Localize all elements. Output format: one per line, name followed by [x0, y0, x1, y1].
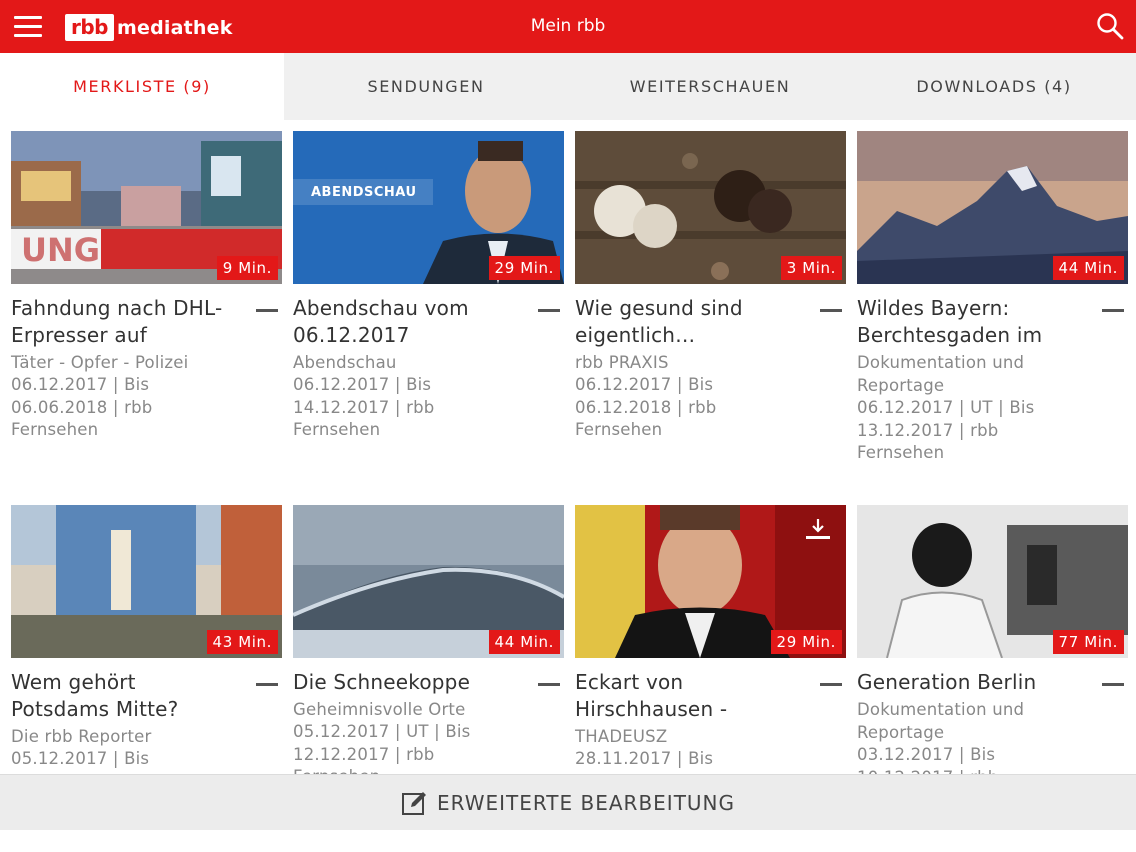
video-thumbnail[interactable]: 29 Min. — [575, 505, 846, 658]
search-icon[interactable] — [1096, 12, 1124, 40]
hamburger-menu-icon[interactable] — [14, 16, 42, 38]
duration-badge: 29 Min. — [488, 256, 560, 280]
card-subtitle: THADEUSZ — [575, 727, 668, 746]
video-thumbnail[interactable]: UNG 9 Min. — [11, 131, 282, 284]
card-meta: 28.11.2017 | Bis — [575, 749, 714, 768]
card-title: Eckart von Hirschhausen - — [575, 670, 728, 721]
card-title: Wem gehört Potsdams Mitte? — [11, 670, 179, 721]
card-subtitle: Dokumentation und Reportage — [857, 700, 1025, 742]
card-subtitle: Dokumentation und Reportage — [857, 353, 1025, 395]
card-meta: 03.12.2017 | Bis 10.12.2017 | rbb — [857, 745, 998, 774]
video-grid: UNG 9 Min. Fahndung nach DHL-Erpresser a… — [0, 120, 1136, 774]
video-card[interactable]: ABENDSCHAU 29 Min. Abendschau vom 06.12.… — [293, 131, 564, 442]
tab-bar: MERKLISTE (9) SENDUNGEN WEITERSCHAUEN DO… — [0, 53, 1136, 120]
edit-icon — [401, 791, 426, 815]
card-meta: 06.12.2017 | UT | Bis 13.12.2017 | rbb F… — [857, 398, 1035, 462]
card-subtitle: rbb PRAXIS — [575, 353, 669, 372]
video-card[interactable]: 44 Min. Die Schneekoppe Geheimnisvolle O… — [293, 505, 564, 774]
logo-box: rbb — [65, 14, 114, 41]
video-thumbnail[interactable]: ABENDSCHAU 29 Min. — [293, 131, 564, 284]
card-options-icon[interactable] — [820, 683, 842, 686]
tab-merkliste[interactable]: MERKLISTE (9) — [0, 53, 284, 120]
download-icon[interactable] — [804, 517, 832, 541]
card-options-icon[interactable] — [820, 309, 842, 312]
card-options-icon[interactable] — [538, 683, 560, 686]
card-options-icon[interactable] — [256, 309, 278, 312]
tab-downloads[interactable]: DOWNLOADS (4) — [852, 53, 1136, 120]
duration-badge: 3 Min. — [780, 256, 842, 280]
video-card[interactable]: UNG 9 Min. Fahndung nach DHL-Erpresser a… — [11, 131, 282, 442]
video-thumbnail[interactable]: 77 Min. — [857, 505, 1128, 658]
advanced-edit-button[interactable]: ERWEITERTE BEARBEITUNG — [0, 774, 1136, 830]
card-meta: 06.12.2017 | Bis 06.12.2018 | rbb Fernse… — [575, 375, 717, 439]
video-thumbnail[interactable]: 3 Min. — [575, 131, 846, 284]
video-card[interactable]: 29 Min. Eckart von Hirschhausen - THADEU… — [575, 505, 846, 771]
card-meta: 05.12.2017 | Bis — [11, 749, 150, 768]
tab-sendungen[interactable]: SENDUNGEN — [284, 53, 568, 120]
abendschau-logo: ABENDSCHAU — [311, 185, 417, 200]
video-card[interactable]: 44 Min. Wildes Bayern: Berchtesgaden im … — [857, 131, 1128, 465]
duration-badge: 9 Min. — [216, 256, 278, 280]
duration-badge: 29 Min. — [770, 630, 842, 654]
card-title: Wie gesund sind eigentlich… — [575, 296, 743, 347]
logo-text: mediathek — [117, 16, 233, 39]
card-options-icon[interactable] — [1102, 683, 1124, 686]
duration-badge: 43 Min. — [206, 630, 278, 654]
card-subtitle: Täter - Opfer - Polizei — [11, 353, 189, 372]
card-options-icon[interactable] — [1102, 309, 1124, 312]
video-thumbnail[interactable]: 44 Min. — [293, 505, 564, 658]
card-options-icon[interactable] — [538, 309, 560, 312]
duration-badge: 77 Min. — [1052, 630, 1124, 654]
card-subtitle: Abendschau — [293, 353, 397, 372]
card-title: Wildes Bayern: Berchtesgaden im — [857, 296, 1043, 347]
rbb-mediathek-logo[interactable]: rbb mediathek — [65, 14, 233, 41]
card-subtitle: Geheimnisvolle Orte — [293, 700, 466, 719]
card-title: Fahndung nach DHL-Erpresser auf — [11, 296, 223, 347]
card-title: Die Schneekoppe — [293, 670, 471, 694]
video-card[interactable]: 77 Min. Generation Berlin Dokumentation … — [857, 505, 1128, 774]
card-meta: 05.12.2017 | UT | Bis 12.12.2017 | rbb F… — [293, 722, 471, 774]
video-card[interactable]: 3 Min. Wie gesund sind eigentlich… rbb P… — [575, 131, 846, 442]
duration-badge: 44 Min. — [1052, 256, 1124, 280]
card-title: Generation Berlin — [857, 670, 1037, 694]
card-subtitle: Die rbb Reporter — [11, 727, 152, 746]
video-thumbnail[interactable]: 43 Min. — [11, 505, 282, 658]
tab-weiterschauen[interactable]: WEITERSCHAUEN — [568, 53, 852, 120]
card-options-icon[interactable] — [256, 683, 278, 686]
card-title: Abendschau vom 06.12.2017 — [293, 296, 469, 347]
advanced-edit-label: ERWEITERTE BEARBEITUNG — [436, 790, 736, 815]
app-header: rbb mediathek Mein rbb — [0, 0, 1136, 53]
card-meta: 06.12.2017 | Bis 06.06.2018 | rbb Fernse… — [11, 375, 153, 439]
card-meta: 06.12.2017 | Bis 14.12.2017 | rbb Fernse… — [293, 375, 435, 439]
duration-badge: 44 Min. — [488, 630, 560, 654]
bottom-spacer — [0, 830, 1136, 852]
video-card[interactable]: 43 Min. Wem gehört Potsdams Mitte? Die r… — [11, 505, 282, 771]
video-thumbnail[interactable]: 44 Min. — [857, 131, 1128, 284]
svg-text:UNG: UNG — [21, 231, 100, 269]
